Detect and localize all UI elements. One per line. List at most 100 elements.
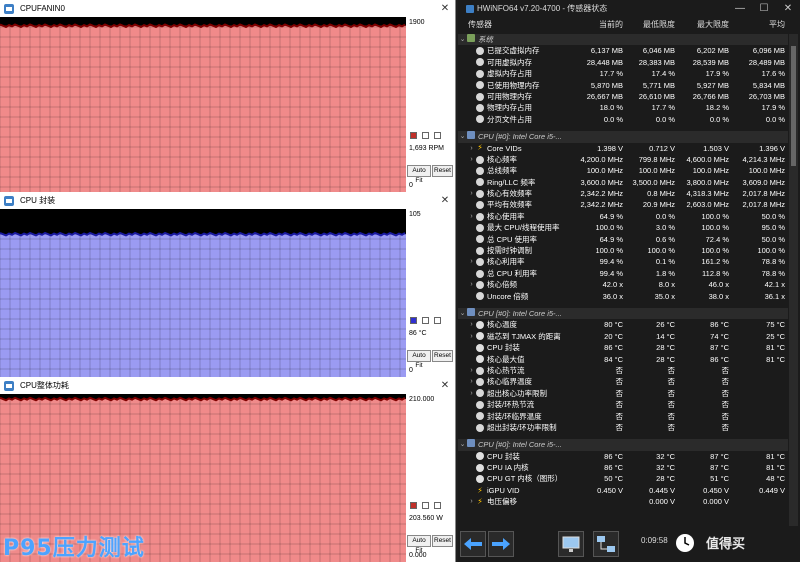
sensor-row[interactable]: › 超出核心功率限制 否 否 否 bbox=[458, 388, 788, 399]
sensor-row[interactable]: 总线频率 100.0 MHz 100.0 MHz 100.0 MHz 100.0… bbox=[458, 165, 788, 176]
graph-min-value: 0 bbox=[409, 367, 413, 374]
sensor-row[interactable]: › 核心热节流 否 否 否 bbox=[458, 365, 788, 376]
color-swatch-red[interactable] bbox=[410, 132, 417, 139]
expand-icon[interactable]: › bbox=[467, 331, 476, 342]
sensor-group-header[interactable]: ⌄ 系统 bbox=[458, 34, 788, 46]
col-max[interactable]: 最大限度 bbox=[678, 18, 732, 32]
collapse-icon[interactable]: ⌄ bbox=[458, 34, 467, 45]
sensor-row[interactable]: › 核心有效频率 2,342.2 MHz 0.8 MHz 4,318.3 MHz… bbox=[458, 188, 788, 199]
auto-fit-button[interactable]: Auto Fit bbox=[407, 535, 431, 554]
collapse-icon[interactable]: ⌄ bbox=[458, 439, 467, 450]
sensor-min: 否 bbox=[667, 365, 676, 375]
collapse-icon[interactable]: ⌄ bbox=[458, 308, 467, 319]
voltage-icon: ⚡ bbox=[477, 496, 483, 506]
col-sensor[interactable]: 传感器 bbox=[458, 18, 568, 32]
sensor-row[interactable]: 分页文件占用 0.0 % 0.0 % 0.0 % 0.0 % bbox=[458, 114, 788, 125]
sensor-avg: 28,489 MB bbox=[748, 57, 785, 67]
sensor-row[interactable]: 总 CPU 利用率 99.4 % 1.8 % 112.8 % 78.8 % bbox=[458, 268, 788, 279]
close-icon[interactable]: ✕ bbox=[435, 380, 455, 391]
network-button[interactable] bbox=[558, 531, 584, 557]
maximize-icon[interactable]: ☐ bbox=[752, 3, 776, 14]
close-icon[interactable]: ✕ bbox=[776, 3, 800, 14]
sensor-group-header[interactable]: ⌄ CPU [#0]: Intel Core i5-... bbox=[458, 307, 788, 320]
expand-icon[interactable]: › bbox=[467, 188, 476, 199]
auto-fit-button[interactable]: Auto Fit bbox=[407, 350, 431, 369]
expand-icon[interactable]: › bbox=[467, 154, 476, 165]
color-swatch[interactable] bbox=[422, 502, 429, 509]
sensor-row[interactable]: CPU 封装 86 °C 28 °C 87 °C 81 °C bbox=[458, 342, 788, 353]
sensor-group-header[interactable]: ⌄ CPU [#0]: Intel Core i5-... bbox=[458, 439, 788, 451]
sensor-row[interactable]: CPU GT 内核（图形） 50 °C 28 °C 51 °C 48 °C bbox=[458, 473, 788, 484]
sensor-row[interactable]: 可用物理内存 26,667 MB 26,610 MB 26,766 MB 26,… bbox=[458, 91, 788, 102]
sensor-row[interactable]: › ⚡ 电压偏移 0.000 V 0.000 V bbox=[458, 496, 788, 507]
cpu-icon bbox=[467, 307, 475, 316]
collapse-icon[interactable]: ⌄ bbox=[458, 131, 467, 142]
col-current[interactable]: 当前的 bbox=[568, 18, 626, 32]
sensor-row[interactable]: 物理内存占用 18.0 % 17.7 % 18.2 % 17.9 % bbox=[458, 102, 788, 113]
sensor-row[interactable]: 已提交虚拟内存 6,137 MB 6,046 MB 6,202 MB 6,096… bbox=[458, 45, 788, 56]
sensor-row[interactable]: › 磁芯到 TJMAX 的距离 20 °C 14 °C 74 °C 25 °C bbox=[458, 331, 788, 342]
sensor-min: 0.1 % bbox=[655, 257, 675, 267]
reset-button[interactable]: Reset bbox=[432, 165, 453, 177]
color-swatch[interactable] bbox=[434, 502, 441, 509]
color-swatch[interactable] bbox=[434, 132, 441, 139]
expand-icon[interactable]: › bbox=[467, 279, 476, 290]
nav-arrows-button-2[interactable] bbox=[488, 531, 514, 557]
sensor-row[interactable]: › 核心利用率 99.4 % 0.1 % 161.2 % 78.8 % bbox=[458, 256, 788, 267]
col-min[interactable]: 最低限度 bbox=[626, 18, 678, 32]
sensor-row[interactable]: 封装/环临界温度 否 否 否 bbox=[458, 411, 788, 422]
sensor-row[interactable]: 已使用物理内存 5,870 MB 5,771 MB 5,927 MB 5,834… bbox=[458, 80, 788, 91]
sensor-row[interactable]: 封装/环热节流 否 否 否 bbox=[458, 399, 788, 410]
expand-icon[interactable]: › bbox=[467, 319, 476, 330]
sensor-avg: 95.0 % bbox=[761, 223, 785, 233]
sensor-row[interactable]: 按需时钟调制 100.0 % 100.0 % 100.0 % 100.0 % bbox=[458, 245, 788, 256]
minimize-icon[interactable]: — bbox=[728, 3, 752, 14]
memory-icon bbox=[467, 34, 475, 42]
sensor-row[interactable]: › 核心温度 80 °C 26 °C 86 °C 75 °C bbox=[458, 319, 788, 330]
sensor-row[interactable]: CPU 封装 86 °C 32 °C 87 °C 81 °C bbox=[458, 451, 788, 462]
clock-button[interactable] bbox=[673, 531, 699, 557]
sensor-row[interactable]: CPU IA 内核 86 °C 32 °C 87 °C 81 °C bbox=[458, 462, 788, 473]
expand-icon[interactable]: › bbox=[467, 211, 476, 222]
expand-icon[interactable]: › bbox=[467, 256, 476, 267]
expand-icon[interactable]: › bbox=[467, 496, 476, 507]
expand-icon[interactable]: › bbox=[467, 143, 476, 154]
settings-button[interactable] bbox=[593, 531, 619, 557]
sensor-max: 46.0 x bbox=[708, 280, 729, 290]
sensor-row[interactable]: › 核心使用率 64.9 % 0.0 % 100.0 % 50.0 % bbox=[458, 211, 788, 222]
sensor-row[interactable]: Ring/LLC 频率 3,600.0 MHz 3,500.0 MHz 3,80… bbox=[458, 177, 788, 188]
col-avg[interactable]: 平均 bbox=[732, 18, 788, 32]
close-icon[interactable]: ✕ bbox=[435, 195, 455, 206]
sensor-avg bbox=[732, 399, 788, 410]
sensor-row[interactable]: 平均有效频率 2,342.2 MHz 20.9 MHz 2,603.0 MHz … bbox=[458, 199, 788, 210]
thermometer-icon bbox=[476, 332, 484, 341]
sensor-row[interactable]: › 核心临界温度 否 否 否 bbox=[458, 376, 788, 387]
sensor-row[interactable]: Uncore 倍频 36.0 x 35.0 x 38.0 x 36.1 x bbox=[458, 291, 788, 302]
sensor-row[interactable]: 超出封装/环功率限制 否 否 否 bbox=[458, 422, 788, 433]
sensor-row[interactable]: 最大 CPU/线程使用率 100.0 % 3.0 % 100.0 % 95.0 … bbox=[458, 222, 788, 233]
sensor-row[interactable]: 虚拟内存占用 17.7 % 17.4 % 17.9 % 17.6 % bbox=[458, 68, 788, 79]
sensor-row[interactable]: › 核心倍频 42.0 x 8.0 x 46.0 x 42.1 x bbox=[458, 279, 788, 290]
sensor-scrollbar[interactable] bbox=[789, 34, 798, 526]
sensor-row[interactable]: › ⚡ Core VIDs 1.398 V 0.712 V 1.503 V 1.3… bbox=[458, 143, 788, 154]
reset-button[interactable]: Reset bbox=[432, 350, 453, 362]
expand-icon[interactable]: › bbox=[467, 376, 476, 387]
sensor-row[interactable]: 可用虚拟内存 28,448 MB 28,383 MB 28,539 MB 28,… bbox=[458, 57, 788, 68]
color-swatch[interactable] bbox=[422, 132, 429, 139]
sensor-row[interactable]: 核心最大值 84 °C 28 °C 86 °C 81 °C bbox=[458, 354, 788, 365]
expand-icon[interactable]: › bbox=[467, 388, 476, 399]
expand-icon[interactable]: › bbox=[467, 365, 476, 376]
color-swatch-red[interactable] bbox=[410, 317, 417, 324]
sensor-row[interactable]: 总 CPU 使用率 64.9 % 0.6 % 72.4 % 50.0 % bbox=[458, 234, 788, 245]
sensor-row[interactable]: › 核心频率 4,200.0 MHz 799.8 MHz 4,600.0 MHz… bbox=[458, 154, 788, 165]
sensor-group-header[interactable]: ⌄ CPU [#0]: Intel Core i5-... bbox=[458, 131, 788, 143]
close-icon[interactable]: ✕ bbox=[435, 3, 455, 14]
reset-button[interactable]: Reset bbox=[432, 535, 453, 547]
color-swatch[interactable] bbox=[434, 317, 441, 324]
auto-fit-button[interactable]: Auto Fit bbox=[407, 165, 431, 184]
nav-arrows-button[interactable] bbox=[460, 531, 486, 557]
color-swatch[interactable] bbox=[422, 317, 429, 324]
color-swatch-red[interactable] bbox=[410, 502, 417, 509]
sensor-name: 核心热节流 bbox=[487, 365, 525, 375]
sensor-row[interactable]: ⚡ iGPU VID 0.450 V 0.445 V 0.450 V 0.449… bbox=[458, 485, 788, 496]
